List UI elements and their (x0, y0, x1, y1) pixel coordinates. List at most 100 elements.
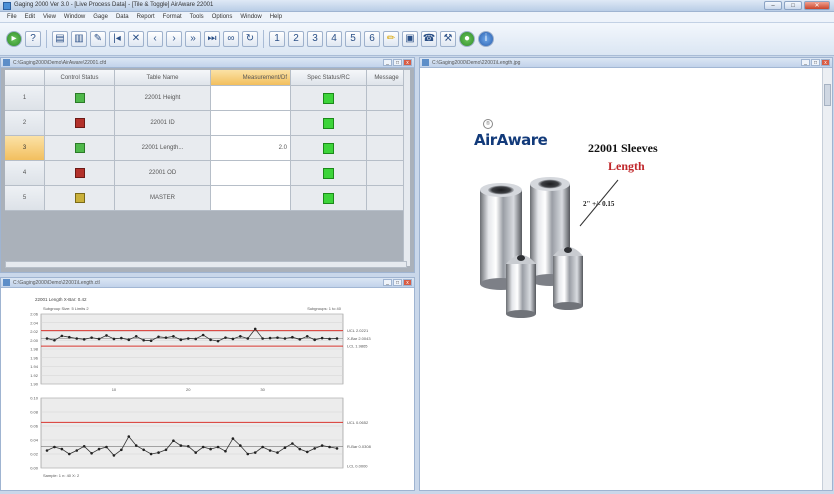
control-status-cell[interactable] (45, 161, 115, 185)
wrench-icon[interactable]: ⚒ (440, 31, 456, 47)
message-cell[interactable] (367, 161, 407, 185)
table-name-cell[interactable]: 22001 OD (115, 161, 211, 185)
row-number[interactable]: 5 (5, 186, 45, 210)
measurement-cell[interactable] (211, 161, 291, 185)
chart-window-titlebar[interactable]: C:\Gaging2000\Demo\22001\Length.ctl _ □ … (1, 278, 414, 288)
run-icon[interactable]: ▸ (6, 31, 22, 47)
refresh-icon[interactable]: ↻ (242, 31, 258, 47)
table-name-cell[interactable]: 22001 Height (115, 86, 211, 110)
measurement-cell[interactable] (211, 186, 291, 210)
close-button[interactable]: ✕ (804, 1, 830, 10)
col-control-status[interactable]: Control Status (45, 70, 115, 85)
chart-minimize-button[interactable]: _ (383, 279, 392, 286)
measurement-cell[interactable]: 2.0 (211, 136, 291, 160)
spec-status-cell[interactable] (291, 111, 367, 135)
limit-label: LCL 1.9865 (347, 344, 368, 349)
table-row[interactable]: 5 MASTER (5, 186, 407, 211)
gage1-icon[interactable]: 1 (269, 31, 285, 47)
spec-status-cell[interactable] (291, 186, 367, 210)
image-window-titlebar[interactable]: C:\Gaging2000\Demo\22001\Length.jpg _ □ … (420, 58, 832, 68)
cut-icon[interactable]: ✕ (128, 31, 144, 47)
control-status-cell[interactable] (45, 186, 115, 210)
image-maximize-button[interactable]: □ (811, 59, 820, 66)
chart-close-button[interactable]: x (403, 279, 412, 286)
gage3-icon[interactable]: 3 (307, 31, 323, 47)
gage5-icon[interactable]: 5 (345, 31, 361, 47)
grid-window-title: C:\Gaging2000\Demo\AirAware\22001.cfd (13, 60, 107, 66)
table-row[interactable]: 3 22001 Length... 2.0 (5, 136, 407, 161)
row-number[interactable]: 1 (5, 86, 45, 110)
menu-report[interactable]: Report (133, 12, 159, 22)
info-icon[interactable]: i (478, 31, 494, 47)
grid-close-button[interactable]: x (403, 59, 412, 66)
next-icon[interactable]: › (166, 31, 182, 47)
menu-format[interactable]: Format (159, 12, 186, 22)
message-cell[interactable] (367, 86, 407, 110)
grid-maximize-button[interactable]: □ (393, 59, 402, 66)
image-close-button[interactable]: x (821, 59, 830, 66)
menu-window-2[interactable]: Window (236, 12, 265, 22)
image-vertical-scrollbar[interactable] (822, 68, 832, 490)
spec-status-cell[interactable] (291, 86, 367, 110)
message-cell[interactable] (367, 136, 407, 160)
menu-view[interactable]: View (39, 12, 60, 22)
table-name-cell[interactable]: 22001 Length... (115, 136, 211, 160)
grid-vertical-scrollbar[interactable] (403, 70, 410, 266)
tools-icon[interactable]: ✎ (90, 31, 106, 47)
row-number[interactable]: 3 (5, 136, 45, 160)
gage2-icon[interactable]: 2 (288, 31, 304, 47)
menu-tools[interactable]: Tools (186, 12, 208, 22)
binocular-icon[interactable]: ∞ (223, 31, 239, 47)
maximize-button[interactable]: □ (784, 1, 802, 10)
image-minimize-button[interactable]: _ (801, 59, 810, 66)
minimize-button[interactable]: – (764, 1, 782, 10)
grid-horizontal-scrollbar[interactable] (5, 261, 407, 268)
table-name-cell[interactable]: 22001 ID (115, 111, 211, 135)
control-status-cell[interactable] (45, 86, 115, 110)
last-icon[interactable]: » (185, 31, 201, 47)
cube-icon[interactable]: ▣ (402, 31, 418, 47)
table-name-cell[interactable]: MASTER (115, 186, 211, 210)
menu-edit[interactable]: Edit (21, 12, 39, 22)
setup-icon[interactable]: ▥ (71, 31, 87, 47)
control-chart-window: C:\Gaging2000\Demo\22001\Length.ctl _ □ … (0, 277, 415, 491)
skip-icon[interactable]: ⏭ (204, 31, 220, 47)
row-number[interactable]: 2 (5, 111, 45, 135)
prev-icon[interactable]: ‹ (147, 31, 163, 47)
col-message[interactable]: Message (367, 70, 407, 85)
menu-options[interactable]: Options (208, 12, 237, 22)
gage6-icon[interactable]: 6 (364, 31, 380, 47)
go-icon[interactable]: ● (459, 31, 475, 47)
menu-gage[interactable]: Gage (89, 12, 112, 22)
gage4-icon[interactable]: 4 (326, 31, 342, 47)
print-icon[interactable]: ▤ (52, 31, 68, 47)
message-cell[interactable] (367, 186, 407, 210)
col-spec-status[interactable]: Spec Status/RC (291, 70, 367, 85)
phone-icon[interactable]: ☎ (421, 31, 437, 47)
help-icon[interactable]: ? (25, 31, 41, 47)
spec-status-cell[interactable] (291, 161, 367, 185)
menu-file[interactable]: File (3, 12, 21, 22)
measurement-cell[interactable] (211, 86, 291, 110)
scrollbar-thumb[interactable] (824, 84, 831, 106)
table-row[interactable]: 4 22001 OD (5, 161, 407, 186)
message-cell[interactable] (367, 111, 407, 135)
row-number[interactable]: 4 (5, 161, 45, 185)
menu-window[interactable]: Window (60, 12, 89, 22)
first-icon[interactable]: |◂ (109, 31, 125, 47)
grid-window-titlebar[interactable]: C:\Gaging2000\Demo\AirAware\22001.cfd _ … (1, 58, 414, 68)
control-status-cell[interactable] (45, 136, 115, 160)
chart-maximize-button[interactable]: □ (393, 279, 402, 286)
data-point (127, 435, 131, 438)
measurement-cell[interactable] (211, 111, 291, 135)
menu-data[interactable]: Data (112, 12, 133, 22)
menu-help[interactable]: Help (266, 12, 286, 22)
control-status-cell[interactable] (45, 111, 115, 135)
col-table-name[interactable]: Table Name (115, 70, 211, 85)
grid-minimize-button[interactable]: _ (383, 59, 392, 66)
col-measurement[interactable]: Measurement/Df (211, 70, 291, 85)
table-row[interactable]: 2 22001 ID (5, 111, 407, 136)
table-row[interactable]: 1 22001 Height (5, 86, 407, 111)
pencil-icon[interactable]: ✏ (383, 31, 399, 47)
spec-status-cell[interactable] (291, 136, 367, 160)
